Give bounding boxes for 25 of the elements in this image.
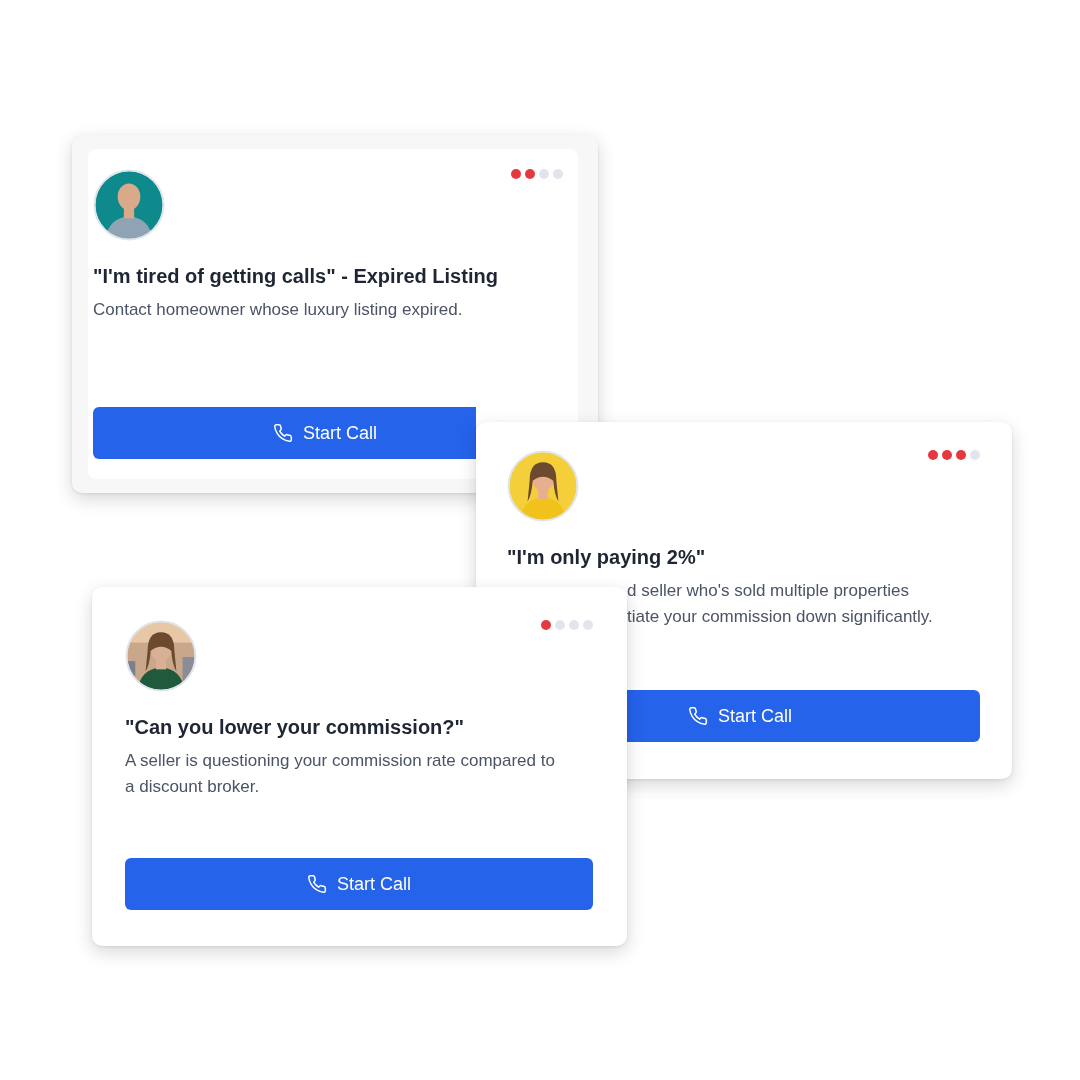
- phone-icon: [273, 423, 293, 443]
- difficulty-dot: [555, 620, 565, 630]
- card-title: "Can you lower your commission?": [125, 715, 466, 740]
- start-call-button[interactable]: Start Call: [93, 407, 476, 459]
- card-title: "I'm tired of getting calls" - Expired Listing: [93, 264, 499, 289]
- card-description: d seller who's sold multiple properties: [627, 580, 909, 602]
- phone-icon: [307, 874, 327, 894]
- card-title: "I'm only paying 2%": [507, 545, 707, 570]
- difficulty-dot: [956, 450, 966, 460]
- difficulty-dot: [511, 169, 521, 179]
- difficulty-dot: [539, 169, 549, 179]
- difficulty-dot: [928, 450, 938, 460]
- start-call-button[interactable]: Start Call: [125, 858, 593, 910]
- start-call-button[interactable]: Start Call: [627, 690, 980, 742]
- difficulty-dot: [525, 169, 535, 179]
- card-description: tiate your commission down significantly.: [627, 606, 933, 628]
- difficulty-dot: [541, 620, 551, 630]
- difficulty-dot: [553, 169, 563, 179]
- card-description: Contact homeowner whose luxury listing expired.: [93, 299, 464, 321]
- card-description: A seller is questioning your commission rate compared to a discount broker.: [125, 750, 556, 798]
- difficulty-dot: [569, 620, 579, 630]
- difficulty-dot: [970, 450, 980, 460]
- phone-icon: [688, 706, 708, 726]
- difficulty-dot: [942, 450, 952, 460]
- difficulty-dot: [583, 620, 593, 630]
